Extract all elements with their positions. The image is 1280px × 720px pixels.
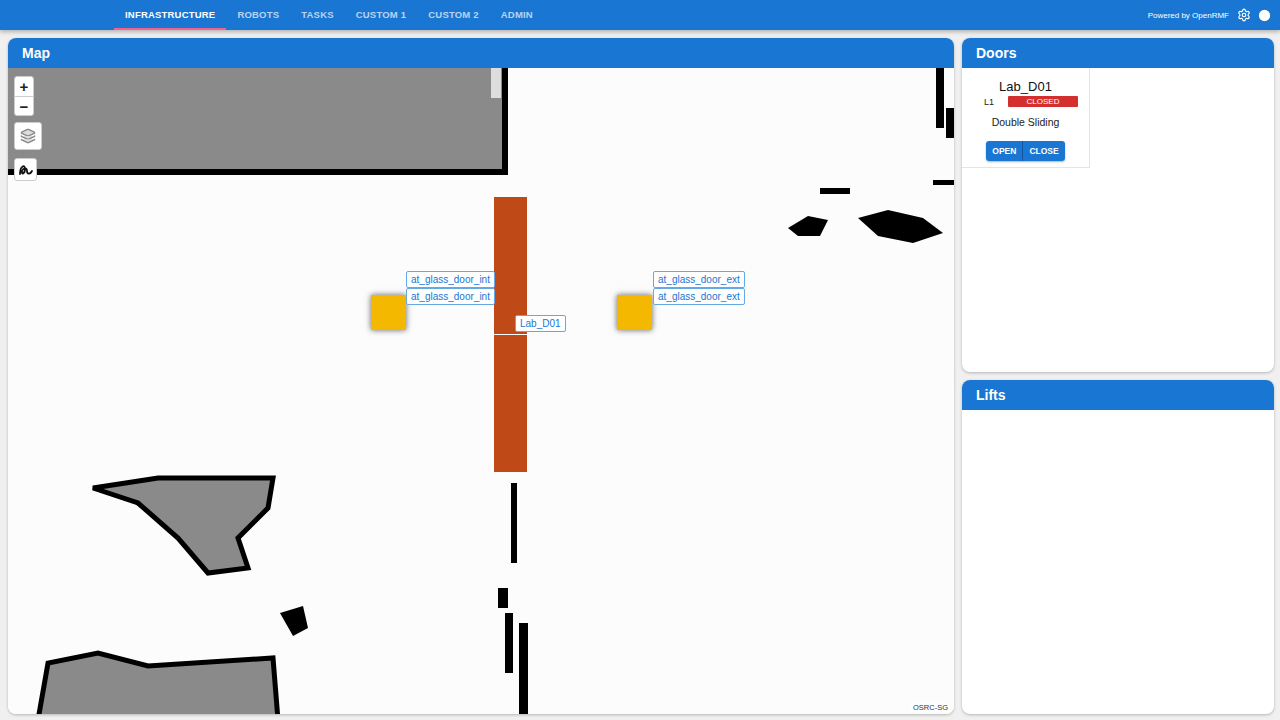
door-button[interactable]: OPEN [986,141,1022,161]
nav-tab[interactable]: ADMIN [490,0,544,30]
nav-tab[interactable]: INFRASTRUCTURE [114,0,226,30]
nav-tabs: INFRASTRUCTUREROBOTSTASKSCUSTOM 1CUSTOM … [114,0,544,30]
zoom-in-button[interactable]: + [15,77,33,96]
door-type: Double Sliding [992,116,1060,128]
door-label: Lab_D01 [515,315,566,332]
powered-by: Powered by OpenRMF [1148,11,1229,20]
door-leaf[interactable] [494,335,527,472]
map-card: Mapat_glass_door_intat_glass_door_intat_… [8,38,954,714]
door-item: Lab_D01 L1 CLOSED Double Sliding OPENCLOSE [962,68,1090,168]
waypoint-label: at_glass_door_ext [653,271,745,288]
card-title: Lifts [962,380,1274,410]
draw-button[interactable] [14,158,37,181]
lifts-card: Lifts [962,380,1274,714]
dashboard: INFRASTRUCTUREROBOTSTASKSCUSTOM 1CUSTOM … [0,0,1280,720]
waypoint-label: at_glass_door_int [406,271,495,288]
waypoint-label: at_glass_door_int [406,288,495,305]
door-buttons: OPENCLOSE [986,141,1064,161]
nav-tab[interactable]: ROBOTS [226,0,290,30]
zoom-control: +− [14,76,34,116]
door-leaf[interactable] [494,197,527,334]
door-name: Lab_D01 [999,79,1052,94]
nav-tab[interactable]: TASKS [290,0,345,30]
waypoint[interactable] [617,295,652,330]
layers-button[interactable] [14,122,42,150]
occupancy-map [8,68,954,714]
nav-tab[interactable]: CUSTOM 1 [345,0,418,30]
door-state-badge: CLOSED [1008,96,1078,107]
waypoint[interactable] [371,295,406,330]
app-bar: INFRASTRUCTUREROBOTSTASKSCUSTOM 1CUSTOM … [0,0,1280,30]
nav-tab[interactable]: CUSTOM 2 [417,0,490,30]
door-level: L1 [984,97,994,107]
zoom-out-button[interactable]: − [15,96,33,115]
layers-icon [20,128,36,144]
account-icon[interactable] [1257,8,1272,23]
card-title: Map [8,38,954,68]
map[interactable]: at_glass_door_intat_glass_door_int at_gla… [8,68,954,714]
door-button[interactable]: CLOSE [1022,141,1064,161]
gear-icon[interactable] [1237,8,1251,22]
draw-icon [18,162,34,178]
map-attribution: OSRC-SG [911,703,950,712]
waypoint-label: at_glass_door_ext [653,288,745,305]
doors-card: Doors Lab_D01 L1 CLOSED Double Sliding OPENCL… [962,38,1274,372]
card-title: Doors [962,38,1274,68]
